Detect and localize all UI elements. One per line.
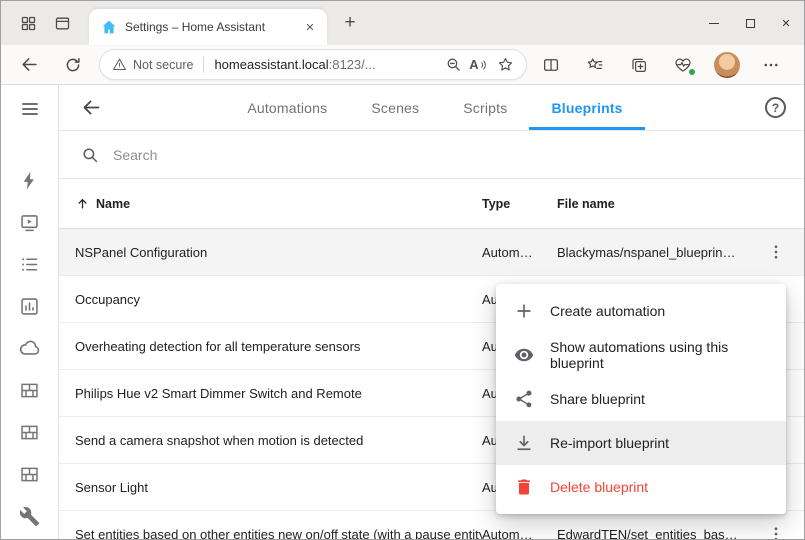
column-type[interactable]: Type <box>482 197 557 211</box>
url-host: homeassistant.local <box>214 57 328 72</box>
window-close-button[interactable]: ✕ <box>768 1 804 45</box>
sidebar-history-chart-icon[interactable] <box>9 285 51 327</box>
browser-navbar: Not secure homeassistant.local:8123/... … <box>1 45 804 85</box>
column-file-name[interactable]: File name <box>557 197 747 211</box>
tab-title: Settings – Home Assistant <box>125 20 293 34</box>
read-aloud-icon[interactable]: A <box>466 52 492 78</box>
column-name-label: Name <box>96 197 130 211</box>
sidebar-menu-icon[interactable] <box>12 91 48 127</box>
row-overflow-menu-icon[interactable] <box>747 525 804 540</box>
favorites-hub-icon[interactable] <box>577 49 613 81</box>
profile-avatar[interactable] <box>709 49 745 81</box>
row-name: NSPanel Configuration <box>59 245 482 260</box>
search-row <box>59 131 804 179</box>
menu-item-label: Delete blueprint <box>550 479 648 495</box>
row-overflow-menu-icon[interactable] <box>747 243 804 261</box>
row-file: EdwardTEN/set_entities_bas… <box>557 527 747 540</box>
browser-window: Settings – Home Assistant ✕ + ✕ Not secu… <box>0 0 805 540</box>
new-tab-button[interactable]: + <box>335 8 365 38</box>
ha-tab-bar: Automations Scenes Scripts Blueprints <box>105 85 765 130</box>
share-icon <box>514 389 534 409</box>
row-file: Blackymas/nspanel_blueprin… <box>557 245 747 260</box>
browser-tab[interactable]: Settings – Home Assistant ✕ <box>89 9 327 45</box>
back-button[interactable] <box>13 49 45 81</box>
tab-scenes[interactable]: Scenes <box>349 85 441 130</box>
home-assistant-favicon <box>101 19 117 35</box>
ha-sidebar <box>1 85 59 540</box>
url-text[interactable]: homeassistant.local:8123/... <box>214 57 440 72</box>
url-suffix: :8123/... <box>329 57 376 72</box>
collections-icon[interactable] <box>621 49 657 81</box>
sidebar-bricks-icon-1[interactable] <box>9 369 51 411</box>
sidebar-bricks-icon-2[interactable] <box>9 411 51 453</box>
menu-item-share-blueprint[interactable]: Share blueprint <box>496 377 786 421</box>
settings-more-icon[interactable] <box>753 49 789 81</box>
search-input[interactable] <box>113 147 804 163</box>
tab-close-icon[interactable]: ✕ <box>301 18 319 36</box>
table-row[interactable]: NSPanel Configuration Autom… Blackymas/n… <box>59 229 804 276</box>
trash-icon <box>514 477 534 497</box>
row-name: Send a camera snapshot when motion is de… <box>59 433 482 448</box>
navbar-right-icons <box>533 49 789 81</box>
browser-titlebar: Settings – Home Assistant ✕ + ✕ <box>1 1 804 45</box>
home-assistant-app: Automations Scenes Scripts Blueprints ? <box>1 85 804 540</box>
menu-item-label: Re-import blueprint <box>550 435 669 451</box>
sidebar-tools-wrench-icon[interactable] <box>9 495 51 537</box>
menu-item-label: Show automations using this blueprint <box>550 339 772 371</box>
column-name[interactable]: Name <box>59 196 482 211</box>
table-header: Name Type File name <box>59 179 804 229</box>
ha-main: Automations Scenes Scripts Blueprints ? <box>59 85 804 540</box>
menu-item-create-automation[interactable]: Create automation <box>496 289 786 333</box>
blueprint-context-menu: Create automation Show automations using… <box>496 284 786 514</box>
menu-item-reimport-blueprint[interactable]: Re-import blueprint <box>496 421 786 465</box>
sidebar-logbook-list-icon[interactable] <box>9 243 51 285</box>
minimize-button[interactable] <box>696 1 732 45</box>
sidebar-media-icon[interactable] <box>9 201 51 243</box>
zoom-out-icon[interactable] <box>440 52 466 78</box>
tab-blueprints[interactable]: Blueprints <box>529 85 644 130</box>
tab-scripts[interactable]: Scripts <box>441 85 529 130</box>
menu-item-show-automations[interactable]: Show automations using this blueprint <box>496 333 786 377</box>
refresh-button[interactable] <box>57 49 89 81</box>
sort-ascending-icon <box>75 196 90 211</box>
sidebar-cloud-icon[interactable] <box>9 327 51 369</box>
ha-app-header: Automations Scenes Scripts Blueprints ? <box>59 85 804 131</box>
address-bar[interactable]: Not secure homeassistant.local:8123/... … <box>99 49 527 80</box>
menu-item-label: Create automation <box>550 303 665 319</box>
row-name: Occupancy <box>59 292 482 307</box>
tab-actions-icon[interactable] <box>45 6 79 40</box>
row-name: Overheating detection for all temperatur… <box>59 339 482 354</box>
not-secure-warning-icon <box>112 57 127 72</box>
eye-icon <box>514 345 534 365</box>
security-label[interactable]: Not secure <box>133 58 193 72</box>
split-screen-icon[interactable] <box>533 49 569 81</box>
menu-item-delete-blueprint[interactable]: Delete blueprint <box>496 465 786 509</box>
row-type: Autom… <box>482 527 557 540</box>
sidebar-bricks-icon-3[interactable] <box>9 453 51 495</box>
download-icon <box>514 433 534 453</box>
table-row[interactable]: Set entities based on other entities new… <box>59 511 804 540</box>
essentials-status-dot <box>688 68 696 76</box>
restore-button[interactable] <box>732 1 768 45</box>
address-separator <box>203 57 204 73</box>
row-name: Set entities based on other entities new… <box>59 527 482 540</box>
ha-back-arrow-icon[interactable] <box>77 94 105 122</box>
browser-essentials-icon[interactable] <box>665 49 701 81</box>
favorite-star-icon[interactable] <box>492 52 518 78</box>
window-controls: ✕ <box>696 1 804 45</box>
menu-item-label: Share blueprint <box>550 391 645 407</box>
plus-icon <box>514 301 534 321</box>
help-icon[interactable]: ? <box>765 97 786 118</box>
row-name: Sensor Light <box>59 480 482 495</box>
workspaces-icon[interactable] <box>11 6 45 40</box>
search-icon <box>81 146 99 164</box>
row-name: Philips Hue v2 Smart Dimmer Switch and R… <box>59 386 482 401</box>
sidebar-energy-icon[interactable] <box>9 159 51 201</box>
row-type: Autom… <box>482 245 557 260</box>
tab-automations[interactable]: Automations <box>225 85 349 130</box>
